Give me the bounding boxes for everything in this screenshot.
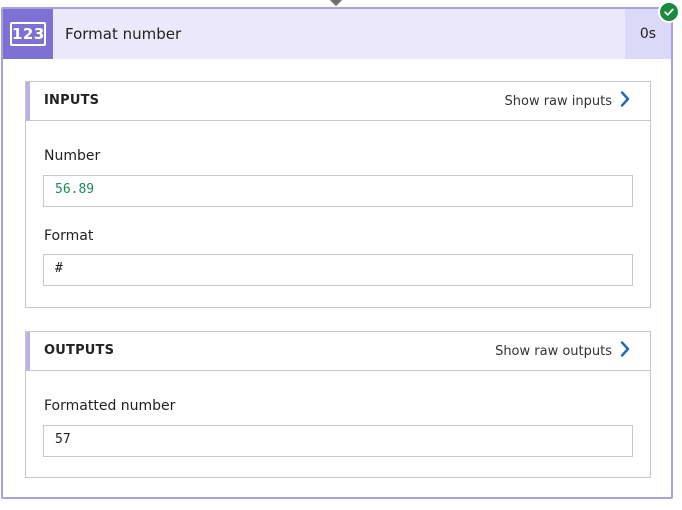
outputs-section: OUTPUTS Show raw outputs Formatted numbe… <box>25 331 651 478</box>
action-card: 123 Format number 0s INPUTS Show raw inp… <box>1 1 680 499</box>
format-field-label: Format <box>44 228 94 244</box>
inputs-section: INPUTS Show raw inputs Number 56.89 Form… <box>25 81 651 308</box>
number-format-icon: 123 <box>3 9 53 59</box>
formatted-number-field-label: Formatted number <box>44 398 176 414</box>
action-icon-text: 123 <box>10 22 46 46</box>
formatted-number-field-value: 57 <box>43 425 633 457</box>
chevron-right-icon <box>620 341 630 361</box>
outputs-section-header: OUTPUTS Show raw outputs <box>26 332 650 371</box>
check-circle-icon <box>658 1 680 23</box>
number-field-value: 56.89 <box>43 175 633 207</box>
show-raw-inputs-label: Show raw inputs <box>504 93 613 109</box>
show-raw-inputs-link[interactable]: Show raw inputs <box>505 82 631 120</box>
number-field-label: Number <box>44 148 101 164</box>
show-raw-outputs-label: Show raw outputs <box>495 343 612 359</box>
inputs-section-title: INPUTS <box>44 93 100 108</box>
inputs-section-header: INPUTS Show raw inputs <box>26 82 650 121</box>
action-title: Format number <box>65 25 182 43</box>
outputs-section-title: OUTPUTS <box>44 343 115 358</box>
chevron-right-icon <box>620 91 630 111</box>
format-field-value: # <box>43 254 633 286</box>
show-raw-outputs-link[interactable]: Show raw outputs <box>495 332 630 370</box>
flow-connector-arrow <box>328 0 344 7</box>
action-header[interactable]: 123 Format number 0s <box>3 9 671 59</box>
